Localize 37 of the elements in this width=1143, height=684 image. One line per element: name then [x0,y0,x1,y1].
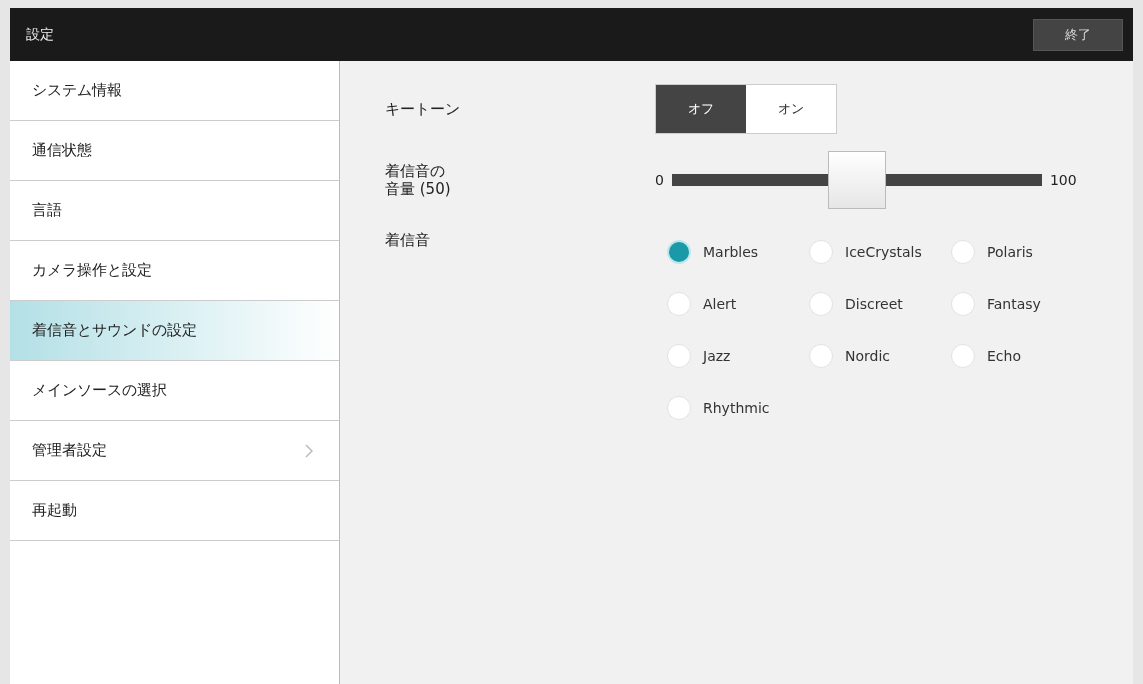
radio-label[interactable]: Jazz [703,348,731,364]
radio-button[interactable] [667,344,691,368]
radio-label[interactable]: Fantasy [987,296,1041,312]
radio-label[interactable]: Rhythmic [703,400,770,416]
radio-button[interactable] [809,344,833,368]
radio-button[interactable] [667,396,691,420]
radio-button[interactable] [667,240,691,264]
radio-label[interactable]: Discreet [845,296,903,312]
radio-label[interactable]: IceCrystals [845,244,922,260]
window-title: 設定 [26,25,54,44]
radio-button[interactable] [667,292,691,316]
toggle-option[interactable]: オン [746,85,836,133]
radio-button[interactable] [809,240,833,264]
setting-label: 着信音 [385,231,431,250]
sidebar-item[interactable]: 言語 [10,181,339,241]
radio-button[interactable] [951,240,975,264]
radio-label[interactable]: Polaris [987,244,1033,260]
radio-label[interactable]: Alert [703,296,737,312]
slider-min-label: 0 [655,172,664,188]
toggle-option[interactable]: オフ [656,85,746,133]
radio-button[interactable] [951,344,975,368]
sidebar-item[interactable]: システム情報 [10,61,339,121]
sidebar-item[interactable]: 通信状態 [10,121,339,181]
sidebar-item[interactable]: メインソースの選択 [10,361,339,421]
setting-label: キートーン [385,99,461,119]
slider-thumb[interactable] [827,151,886,209]
sidebar-item[interactable]: 再起動 [10,481,339,541]
slider-max-label: 100 [1049,172,1077,188]
radio-button[interactable] [951,292,975,316]
sidebar-item[interactable]: 管理者設定 [10,421,339,481]
radio-label[interactable]: Nordic [845,348,891,364]
setting-label: 着信音の 音量 (50) [385,162,452,198]
radio-button[interactable] [809,292,833,316]
radio-label[interactable]: Marbles [703,244,759,260]
exit-button[interactable]: 終了 [1033,18,1123,51]
radio-label[interactable]: Echo [987,348,1021,364]
sidebar-item[interactable]: 着信音とサウンドの設定 [10,301,339,361]
